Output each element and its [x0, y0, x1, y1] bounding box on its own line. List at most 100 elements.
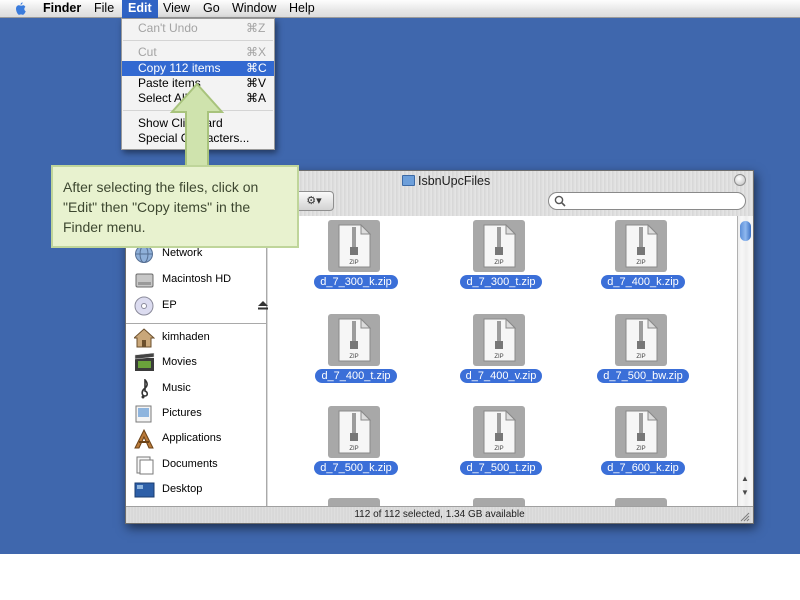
- menu-item-cut: Cut ⌘X: [122, 45, 274, 60]
- music-icon: [141, 379, 149, 399]
- file-name: d_7_400_t.zip: [315, 369, 397, 383]
- file-item[interactable]: ZIP d_7_300_t.zip: [446, 220, 556, 290]
- menu-go[interactable]: Go: [197, 0, 226, 18]
- scroll-up-arrow-icon[interactable]: ▲: [741, 474, 749, 483]
- file-item[interactable]: ZIP d_7_500_bw.zip: [588, 314, 698, 384]
- zip-file-icon: [328, 498, 380, 506]
- toolbar-toggle-button[interactable]: [734, 174, 746, 186]
- file-name: d_7_400_v.zip: [459, 369, 543, 383]
- file-name: d_7_500_bw.zip: [597, 369, 689, 383]
- sidebar-item-label: Macintosh HD: [162, 273, 232, 285]
- status-text: 112 of 112 selected, 1.34 GB available: [354, 509, 525, 520]
- sidebar-item-ep[interactable]: EP: [134, 295, 268, 317]
- sidebar-item-label: Pictures: [162, 407, 202, 419]
- folder-icon: [402, 175, 415, 186]
- zip-badge: ZIP: [636, 260, 645, 266]
- file-item[interactable]: ZIP d_7_500_t.zip: [446, 406, 556, 476]
- file-item-partial[interactable]: [588, 498, 698, 506]
- sidebar-separator: [126, 323, 266, 324]
- menu-item-label: Can't Undo: [138, 21, 198, 35]
- documents-icon: [136, 456, 154, 475]
- menu-item-label: Copy 112 items: [138, 61, 221, 75]
- disc-icon: [134, 296, 154, 316]
- file-item[interactable]: ZIP d_7_400_v.zip: [446, 314, 556, 384]
- home-icon: [134, 328, 155, 348]
- zip-file-icon: [615, 498, 667, 506]
- zip-file-icon: ZIP: [473, 220, 525, 272]
- file-item-partial[interactable]: [446, 498, 556, 506]
- sidebar-item-documents[interactable]: Documents: [134, 454, 264, 476]
- sidebar-item-desktop[interactable]: Desktop: [134, 479, 264, 501]
- desktop-icon: [134, 482, 155, 498]
- menu-item-label: Cut: [138, 45, 157, 59]
- zip-badge: ZIP: [349, 446, 358, 452]
- sidebar-item-music[interactable]: Music: [134, 378, 264, 400]
- menu-separator: [123, 40, 273, 41]
- file-item[interactable]: ZIP d_7_600_k.zip: [588, 406, 698, 476]
- menu-edit[interactable]: Edit: [122, 0, 158, 18]
- resize-grip-icon[interactable]: [738, 510, 750, 522]
- zip-badge: ZIP: [494, 260, 503, 266]
- sidebar-item-label: Music: [162, 382, 191, 394]
- scroll-thumb[interactable]: [740, 221, 751, 241]
- sidebar-item-kimhaden[interactable]: kimhaden: [134, 327, 264, 349]
- menu-item-shortcut: ⌘X: [246, 45, 267, 59]
- sidebar-item-macintosh-hd[interactable]: Macintosh HD: [134, 269, 264, 291]
- sidebar: Network Macintosh HD EP kimhaden Movies …: [126, 216, 268, 506]
- menu-item-copy[interactable]: Copy 112 items ⌘C: [122, 61, 274, 76]
- applications-icon: [134, 429, 154, 449]
- menu-finder[interactable]: Finder: [37, 0, 87, 18]
- file-item-partial[interactable]: [301, 498, 411, 506]
- zip-file-icon: ZIP: [615, 220, 667, 272]
- zip-file-icon: [473, 498, 525, 506]
- zip-file-icon: ZIP: [615, 314, 667, 366]
- zip-badge: ZIP: [636, 354, 645, 360]
- sidebar-item-label: Applications: [162, 432, 222, 444]
- zip-badge: ZIP: [494, 446, 503, 452]
- sidebar-item-label: Movies: [162, 356, 197, 368]
- window-title: IsbnUpcFiles: [418, 174, 491, 188]
- file-item[interactable]: ZIP d_7_400_k.zip: [588, 220, 698, 290]
- pointer-arrow-icon: [169, 82, 225, 171]
- menu-view[interactable]: View: [157, 0, 196, 18]
- file-name: d_7_300_t.zip: [460, 275, 542, 289]
- menu-file[interactable]: File: [88, 0, 120, 18]
- action-menu-button[interactable]: ⚙▾: [294, 191, 334, 211]
- apple-icon[interactable]: [10, 2, 30, 17]
- menu-bar: Finder File Edit View Go Window Help: [0, 0, 800, 18]
- file-name: d_7_400_k.zip: [601, 275, 685, 289]
- status-bar: 112 of 112 selected, 1.34 GB available: [126, 506, 753, 523]
- sidebar-item-applications[interactable]: Applications: [134, 428, 264, 450]
- zip-file-icon: ZIP: [328, 406, 380, 458]
- file-item[interactable]: ZIP d_7_300_k.zip: [301, 220, 411, 290]
- sidebar-item-movies[interactable]: Movies: [134, 352, 264, 374]
- sidebar-item-pictures[interactable]: Pictures: [134, 403, 264, 425]
- callout-text: After selecting the files, click on "Edi…: [63, 179, 259, 235]
- menu-item-undo: Can't Undo ⌘Z: [122, 21, 274, 36]
- file-item[interactable]: ZIP d_7_400_t.zip: [301, 314, 411, 384]
- search-icon: [554, 195, 566, 207]
- menu-window[interactable]: Window: [226, 0, 282, 18]
- scroll-down-arrow-icon[interactable]: ▼: [741, 488, 749, 497]
- file-item[interactable]: ZIP d_7_500_k.zip: [301, 406, 411, 476]
- file-list-area[interactable]: ZIP d_7_300_k.zip ZIP d_7_300_t.zip ZIP d_7_4…: [268, 216, 737, 506]
- zip-file-icon: ZIP: [328, 220, 380, 272]
- menu-help[interactable]: Help: [283, 0, 321, 18]
- film-icon: [134, 353, 155, 371]
- zip-badge: ZIP: [494, 354, 503, 360]
- sidebar-item-label: Documents: [162, 458, 218, 470]
- vertical-scrollbar[interactable]: ▲ ▼: [737, 216, 753, 506]
- menu-item-shortcut: ⌘C: [246, 61, 267, 75]
- zip-file-icon: ZIP: [328, 314, 380, 366]
- sidebar-item-label: EP: [162, 299, 177, 311]
- hard-drive-icon: [135, 273, 154, 288]
- zip-badge: ZIP: [349, 354, 358, 360]
- sidebar-item-label: kimhaden: [162, 331, 210, 343]
- sidebar-item-label: Network: [162, 247, 203, 259]
- zip-badge: ZIP: [636, 446, 645, 452]
- menu-item-shortcut: ⌘V: [246, 76, 267, 90]
- search-field[interactable]: [548, 192, 746, 210]
- eject-icon[interactable]: [258, 301, 268, 310]
- zip-file-icon: ZIP: [615, 406, 667, 458]
- sidebar-item-label: Desktop: [162, 483, 203, 495]
